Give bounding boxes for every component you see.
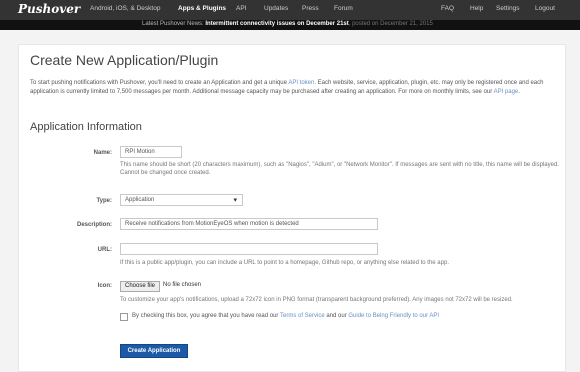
intro-text-part: To start pushing notifications with Push…: [30, 80, 289, 86]
nav-updates[interactable]: Updates: [264, 5, 288, 12]
agree-text-part: and our: [324, 313, 349, 319]
url-hint: If this is a public app/plugin, you can …: [120, 260, 449, 266]
api-page-link[interactable]: API page: [494, 89, 519, 95]
no-file-text: No file chosen: [163, 282, 202, 288]
news-headline[interactable]: Intermittent connectivity issues on Dece…: [205, 21, 348, 27]
nav-desktop[interactable]: Android, iOS, & Desktop: [90, 5, 160, 12]
name-hint: This name should be short (20 characters…: [120, 162, 559, 176]
intro-text-part: .: [518, 89, 520, 95]
nav-forum[interactable]: Forum: [334, 5, 353, 12]
nav-logout[interactable]: Logout: [535, 5, 555, 12]
page-title: Create New Application/Plugin: [30, 52, 219, 68]
icon-label: Icon:: [97, 283, 112, 289]
section-title: Application Information: [30, 121, 142, 133]
agree-checkbox[interactable]: [120, 313, 128, 321]
news-prefix: Latest Pushover News:: [142, 21, 204, 27]
top-bar: Pushover Android, iOS, & Desktop Apps & …: [0, 0, 580, 30]
description-input[interactable]: Receive notifications from MotionEyeOS w…: [120, 218, 378, 230]
news-bar: Latest Pushover News: Intermittent conne…: [0, 20, 580, 30]
intro-text: To start pushing notifications with Push…: [30, 79, 560, 97]
nav-faq[interactable]: FAQ: [441, 5, 454, 12]
url-label: URL:: [97, 247, 112, 253]
nav-row: Pushover Android, iOS, & Desktop Apps & …: [0, 0, 580, 20]
api-token-link[interactable]: API token: [288, 80, 314, 86]
agree-text: By checking this box, you agree that you…: [132, 313, 439, 319]
icon-hint: To customize your app's notifications, u…: [120, 297, 513, 303]
logo[interactable]: Pushover: [18, 2, 80, 16]
type-select-value: Application: [125, 197, 155, 203]
choose-file-button[interactable]: Choose file: [120, 281, 160, 292]
description-label: Description:: [76, 222, 112, 228]
terms-link[interactable]: Terms of Service: [280, 313, 325, 319]
news-date: , posted on December 21, 2015: [348, 21, 433, 27]
type-select[interactable]: Application ▾: [120, 194, 243, 206]
nav-settings[interactable]: Settings: [496, 5, 520, 12]
url-input[interactable]: [120, 243, 378, 255]
guide-link[interactable]: Guide to Being Friendly to our API: [348, 313, 439, 319]
nav-press[interactable]: Press: [302, 5, 319, 12]
name-input[interactable]: RPI Motion: [120, 146, 182, 158]
name-label: Name:: [93, 150, 112, 156]
nav-apps-plugins[interactable]: Apps & Plugins: [178, 5, 226, 12]
nav-help[interactable]: Help: [470, 5, 483, 12]
create-application-button[interactable]: Create Application: [120, 344, 188, 358]
nav-api[interactable]: API: [236, 5, 246, 12]
type-label: Type:: [96, 198, 112, 204]
dropdown-arrow-icon: ▾: [233, 197, 237, 204]
news-text: Latest Pushover News: Intermittent conne…: [142, 21, 433, 27]
agree-text-part: By checking this box, you agree that you…: [132, 313, 280, 319]
